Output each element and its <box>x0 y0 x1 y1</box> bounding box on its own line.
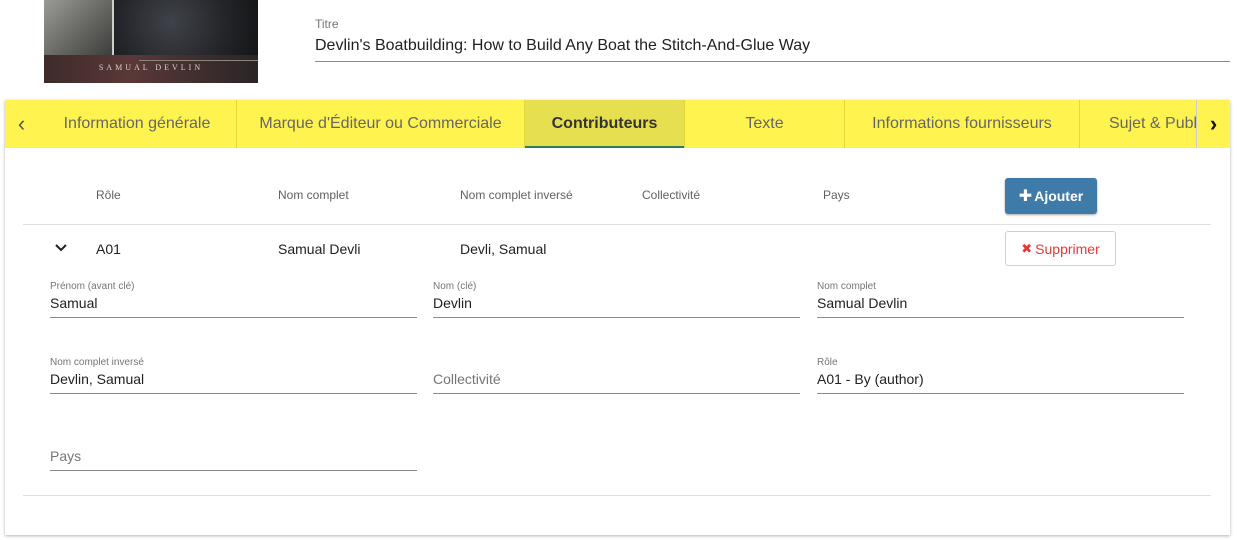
corporate-field[interactable]: Collectivité <box>433 357 800 394</box>
header-divider <box>23 224 1211 225</box>
inverted-name-field[interactable]: Nom complet inversé Devlin, Samual <box>50 357 417 394</box>
chevron-down-icon[interactable] <box>53 240 69 256</box>
row-role: A01 <box>96 241 121 257</box>
first-name-field[interactable]: Prénom (avant clé) Samual <box>50 281 417 318</box>
cover-author-text: SAMUAL DEVLIN <box>98 63 204 72</box>
corporate-input[interactable]: Collectivité <box>433 371 800 394</box>
tab-bar: ‹ Information générale Marque d'Éditeur … <box>5 100 1230 148</box>
inverted-name-label: Nom complet inversé <box>50 357 144 368</box>
country-field[interactable]: Pays <box>50 434 417 471</box>
tab-text[interactable]: Texte <box>685 100 845 148</box>
first-name-label: Prénom (avant clé) <box>50 281 135 292</box>
close-icon: ✖ <box>1021 240 1033 256</box>
tab-publisher-imprint[interactable]: Marque d'Éditeur ou Commerciale <box>237 100 525 148</box>
contributors-card: ‹ Information générale Marque d'Éditeur … <box>5 100 1230 535</box>
role-select[interactable]: A01 - By (author) <box>817 371 1184 394</box>
column-header-role: Rôle <box>96 188 121 202</box>
full-name-input[interactable]: Samual Devlin <box>817 295 1184 318</box>
title-input[interactable]: Devlin's Boatbuilding: How to Build Any … <box>315 37 1230 62</box>
full-name-field[interactable]: Nom complet Samual Devlin <box>817 281 1184 318</box>
tab-contributors[interactable]: Contributeurs <box>525 100 685 148</box>
last-name-field[interactable]: Nom (clé) Devlin <box>433 281 800 318</box>
country-input[interactable]: Pays <box>50 448 417 471</box>
first-name-input[interactable]: Samual <box>50 295 417 318</box>
add-contributor-button[interactable]: ✚ Ajouter <box>1005 178 1097 214</box>
column-header-country: Pays <box>823 188 850 202</box>
last-name-label: Nom (clé) <box>433 281 477 292</box>
inverted-name-input[interactable]: Devlin, Samual <box>50 371 417 394</box>
row-inverted-name: Devli, Samual <box>460 241 547 257</box>
title-label: Titre <box>315 17 339 31</box>
last-name-input[interactable]: Devlin <box>433 295 800 318</box>
plus-icon: ✚ <box>1018 188 1033 205</box>
column-header-full-name: Nom complet <box>278 188 349 202</box>
column-header-inverted-name: Nom complet inversé <box>460 188 573 202</box>
title-field[interactable]: Titre Devlin's Boatbuilding: How to Buil… <box>315 17 1230 62</box>
delete-contributor-button[interactable]: ✖ Supprimer <box>1005 231 1116 266</box>
column-header-corporate: Collectivité <box>642 188 701 202</box>
role-field[interactable]: Rôle A01 - By (author) <box>817 357 1184 394</box>
cover-boat-photo <box>44 0 114 60</box>
tab-scroll-right-icon[interactable]: › <box>1197 100 1230 148</box>
tab-scroll-left-icon[interactable]: ‹ <box>5 100 38 148</box>
tab-supplier-information[interactable]: Informations fournisseurs <box>845 100 1080 148</box>
row-bottom-divider <box>23 495 1211 496</box>
tab-general-information[interactable]: Information générale <box>38 100 237 148</box>
full-name-label: Nom complet <box>817 281 876 292</box>
role-label: Rôle <box>817 357 838 368</box>
book-cover-image: SAMUAL DEVLIN <box>44 0 258 83</box>
row-full-name: Samual Devli <box>278 241 361 257</box>
